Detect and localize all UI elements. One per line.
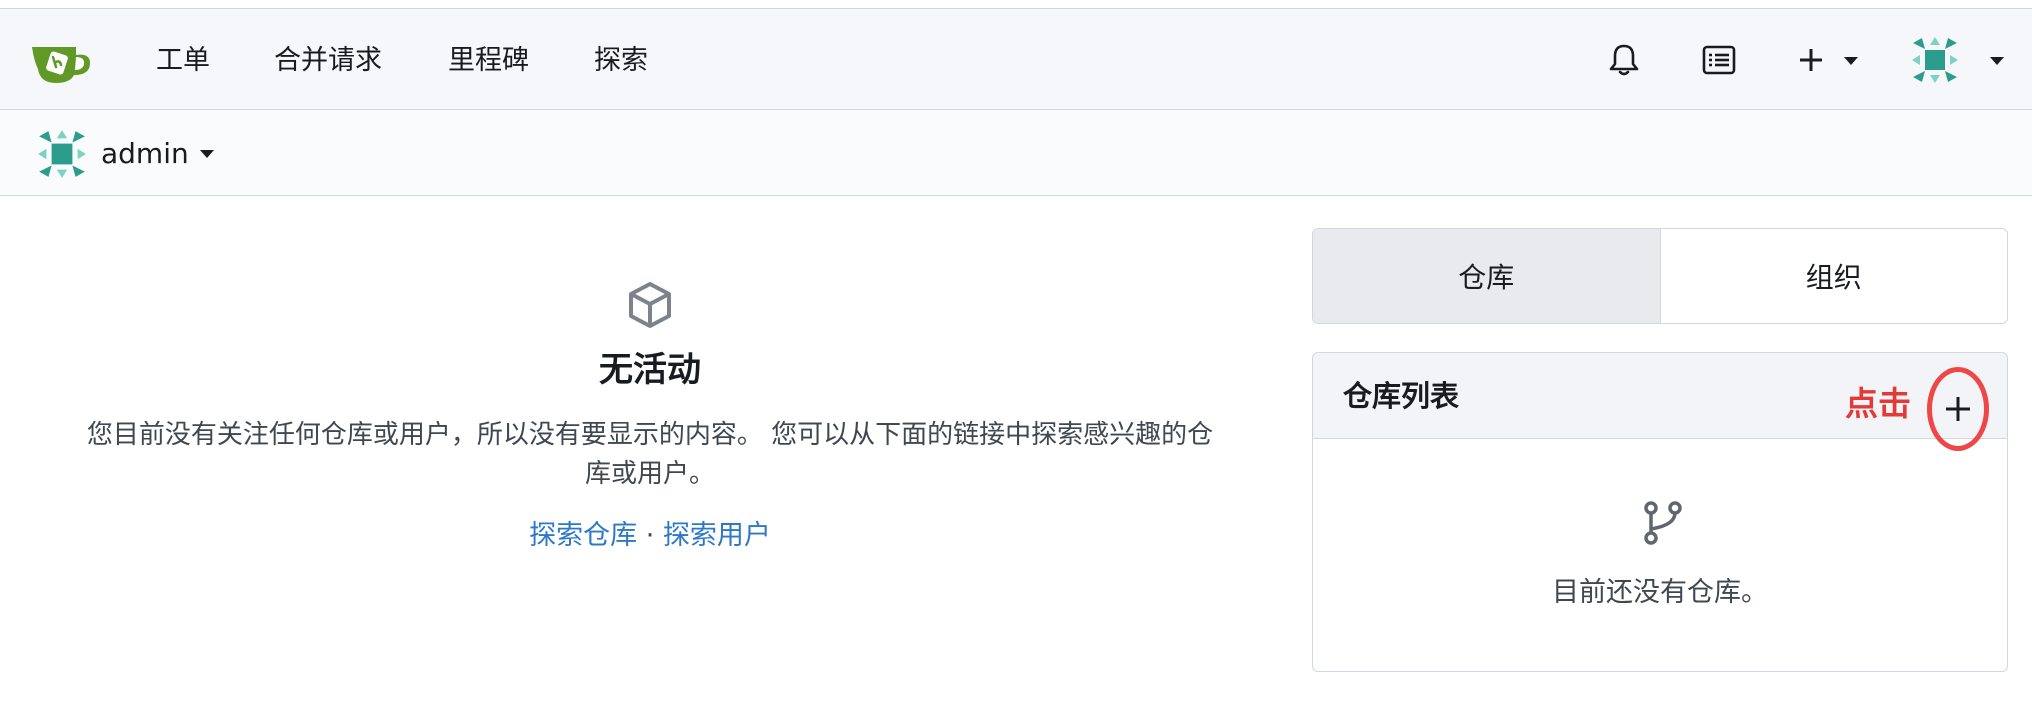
nav-issues[interactable]: 工单 xyxy=(156,45,210,77)
explore-links: 探索仓库 · 探索用户 xyxy=(60,520,1240,552)
nav-explore[interactable]: 探索 xyxy=(594,45,648,77)
top-navbar: 工单 合并请求 里程碑 探索 xyxy=(0,8,2032,110)
empty-feed-title: 无活动 xyxy=(599,350,701,390)
user-menu-button[interactable] xyxy=(1910,35,2006,85)
tab-repositories[interactable]: 仓库 xyxy=(1313,229,1661,323)
chevron-down-icon xyxy=(200,150,214,158)
context-username: admin xyxy=(101,137,189,170)
repo-empty-message: 目前还没有仓库。 xyxy=(1552,577,1768,608)
repo-list-panel: 仓库列表 点击 目前还没有仓库。 xyxy=(1312,352,2008,672)
tab-organizations[interactable]: 组织 xyxy=(1661,229,2008,323)
package-icon xyxy=(629,282,671,328)
nav-milestones[interactable]: 里程碑 xyxy=(448,45,529,77)
plus-icon xyxy=(1946,397,1970,421)
tasks-icon[interactable] xyxy=(1702,45,1736,75)
create-menu-button[interactable] xyxy=(1796,45,1862,75)
repo-fork-icon xyxy=(1644,501,1682,545)
repo-list-header: 仓库列表 点击 xyxy=(1313,353,2007,439)
explore-users-link[interactable]: 探索用户 xyxy=(663,520,771,551)
explore-repos-link[interactable]: 探索仓库 xyxy=(529,520,637,551)
link-separator: · xyxy=(645,520,655,551)
repo-list-title: 仓库列表 xyxy=(1343,379,1460,413)
plus-icon xyxy=(1800,49,1822,71)
click-annotation: 点击 xyxy=(1845,384,1911,423)
dashboard-tabs: 仓库 组织 xyxy=(1312,228,2008,324)
nav-pull-requests[interactable]: 合并请求 xyxy=(274,45,382,77)
gitea-logo[interactable] xyxy=(30,35,96,85)
avatar xyxy=(1912,37,1958,83)
context-user-bar: admin xyxy=(0,110,2032,196)
empty-feed-description: 您目前没有关注任何仓库或用户，所以没有要显示的内容。 您可以从下面的链接中探索感… xyxy=(86,420,1214,489)
empty-activity-feed: 无活动 您目前没有关注任何仓库或用户，所以没有要显示的内容。 您可以从下面的链接… xyxy=(60,280,1240,552)
bell-icon[interactable] xyxy=(1608,43,1640,77)
chevron-down-icon xyxy=(1990,57,2004,65)
chevron-down-icon xyxy=(1844,57,1858,65)
add-repo-button[interactable] xyxy=(1927,367,1989,451)
avatar xyxy=(38,130,86,178)
context-user-switcher[interactable]: admin xyxy=(36,128,226,180)
